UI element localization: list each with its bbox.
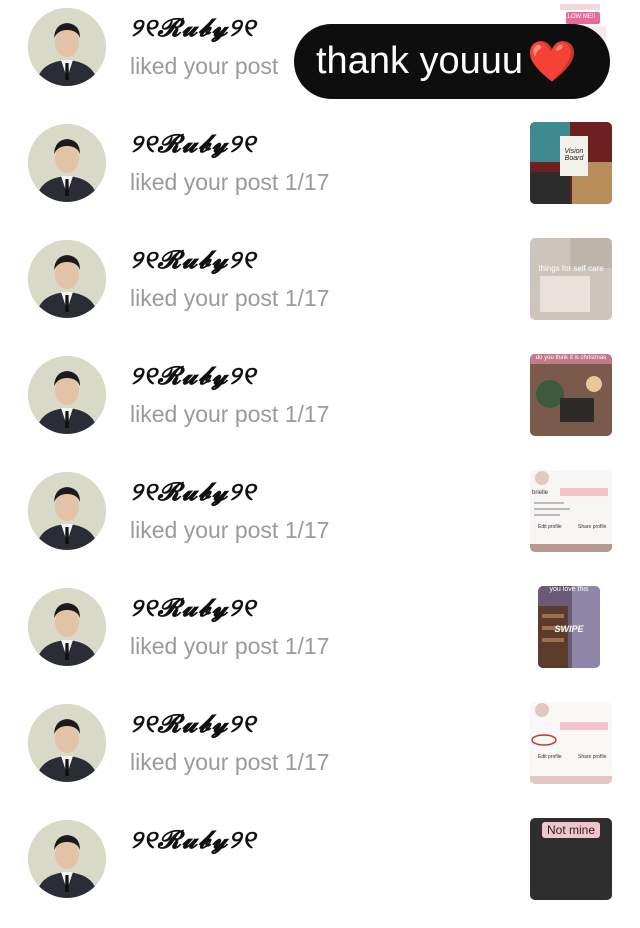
avatar[interactable] <box>28 356 106 434</box>
avatar[interactable] <box>28 704 106 782</box>
list-item[interactable]: ୨୧𝓡𝓾𝓫𝔂୨୧ liked your post 1/17 Edit profi… <box>0 696 640 812</box>
thumbnail-caption: you love this <box>549 586 589 593</box>
thumbnail-share-profile: Share profile <box>578 524 607 530</box>
avatar[interactable] <box>28 820 106 898</box>
notification-text: liked your post 1/17 <box>130 169 330 195</box>
thumbnail-caption: 6K FOLLOW ME!! <box>546 14 596 20</box>
notification-text: liked your post <box>130 53 279 79</box>
list-item[interactable]: ୨୧𝓡𝓾𝓫𝔂୨୧ liked your post 1/17 Vision Boa… <box>0 116 640 232</box>
post-thumbnail[interactable]: brielle Edit profile Share profile <box>530 470 612 552</box>
post-thumbnail[interactable]: things for self care <box>530 238 612 320</box>
username[interactable]: ୨୧𝓡𝓾𝓫𝔂୨୧ <box>130 361 256 391</box>
list-item[interactable]: ୨୧𝓡𝓾𝓫𝔂୨୧ liked your post 1/17 do you thi… <box>0 348 640 464</box>
list-item[interactable]: ୨୧𝓡𝓾𝓫𝔂୨୧ liked your post 1/17 brielle Ed… <box>0 464 640 580</box>
notification-text: liked your post 1/17 <box>130 633 330 659</box>
post-thumbnail[interactable]: do you think it is christmas <box>530 354 612 436</box>
username[interactable]: ୨୧𝓡𝓾𝓫𝔂୨୧ <box>130 13 256 43</box>
post-thumbnail[interactable]: Not mine <box>530 818 612 900</box>
username[interactable]: ୨୧𝓡𝓾𝓫𝔂୨୧ <box>130 709 256 739</box>
username[interactable]: ୨୧𝓡𝓾𝓫𝔂୨୧ <box>130 477 256 507</box>
thumbnail-caption: do you think it is christmas <box>535 355 607 361</box>
thumbnail-edit-profile: Edit profile <box>538 754 562 760</box>
list-item[interactable]: ୨୧𝓡𝓾𝓫𝔂୨୧ liked your post 1/17 things for… <box>0 232 640 348</box>
list-item[interactable]: ୨୧𝓡𝓾𝓫𝔂୨୧ liked your post 1/17 you love t… <box>0 580 640 696</box>
thumbnail-caption: Vision Board <box>564 148 584 162</box>
avatar[interactable] <box>28 588 106 666</box>
avatar[interactable] <box>28 240 106 318</box>
post-thumbnail[interactable]: Vision Board <box>530 122 612 204</box>
list-item[interactable]: ୨୧𝓡𝓾𝓫𝔂୨୧ Not mine <box>0 812 640 928</box>
thank-you-sticker: thank youuu ❤️ <box>294 24 610 99</box>
username[interactable]: ୨୧𝓡𝓾𝓫𝔂୨୧ <box>130 825 256 855</box>
post-thumbnail[interactable]: Edit profile Share profile <box>530 702 612 784</box>
avatar[interactable] <box>28 472 106 550</box>
heart-icon: ❤️ <box>527 39 577 84</box>
avatar[interactable] <box>28 124 106 202</box>
username[interactable]: ୨୧𝓡𝓾𝓫𝔂୨୧ <box>130 129 256 159</box>
post-thumbnail[interactable]: you love this SWIPE <box>538 586 600 668</box>
username[interactable]: ୨୧𝓡𝓾𝓫𝔂୨୧ <box>130 245 256 275</box>
thumbnail-share-profile: Share profile <box>578 754 607 760</box>
avatar[interactable] <box>28 8 106 86</box>
notification-text: liked your post 1/17 <box>130 285 330 311</box>
username[interactable]: ୨୧𝓡𝓾𝓫𝔂୨୧ <box>130 593 256 623</box>
sticker-text: thank youuu <box>316 40 524 82</box>
thumbnail-swipe: SWIPE <box>554 624 584 634</box>
notification-text: liked your post 1/17 <box>130 517 330 543</box>
thumbnail-edit-profile: Edit profile <box>538 524 562 530</box>
thumbnail-caption: Not mine <box>546 823 596 837</box>
thumbnail-caption: things for self care <box>538 264 604 273</box>
thumbnail-caption: brielle <box>532 490 549 496</box>
notification-text: liked your post 1/17 <box>130 401 330 427</box>
notification-text: liked your post 1/17 <box>130 749 330 775</box>
